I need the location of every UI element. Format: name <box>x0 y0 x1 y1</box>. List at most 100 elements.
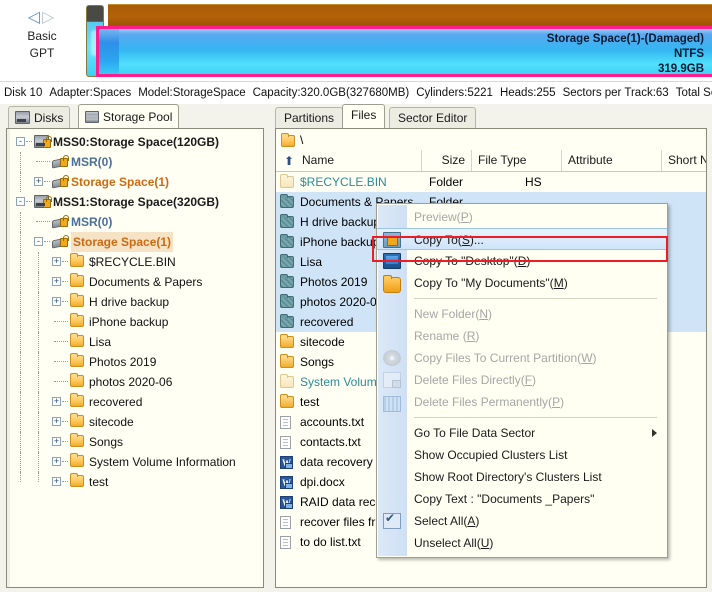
tree-item[interactable]: photos 2020-06 <box>10 372 263 392</box>
tree-expand-icon[interactable]: + <box>52 477 61 486</box>
context-menu[interactable]: Preview(P)Copy To(S)...Copy To "Desktop"… <box>376 203 668 558</box>
tree-guide-line <box>38 412 39 432</box>
file-type-cell: Folder <box>429 172 463 192</box>
partition-info: Storage Space(1)-(Damaged) NTFS 319.9GB <box>119 29 712 74</box>
tree-item[interactable]: + System Volume Information <box>10 452 263 472</box>
menu-separator <box>414 298 657 299</box>
tree-item[interactable]: +test <box>10 472 263 492</box>
tab-sector-editor[interactable]: Sector Editor <box>389 107 476 128</box>
tab-partitions[interactable]: Partitions <box>275 107 343 128</box>
column-header-attribute[interactable]: Attribute <box>562 150 662 171</box>
tree-expand-icon[interactable]: + <box>52 297 61 306</box>
folder-icon <box>70 475 84 487</box>
tree-guide-line <box>38 432 39 452</box>
disk-info-field-1: Adapter:Spaces <box>49 87 131 99</box>
lock-icon <box>43 139 51 148</box>
folder-icon <box>70 415 84 427</box>
tree-collapse-icon[interactable]: - <box>34 237 43 246</box>
tree-item[interactable]: -Storage Space(1) <box>10 232 263 252</box>
tree-guide-line <box>20 372 21 392</box>
tree-collapse-icon[interactable]: - <box>16 137 25 146</box>
menu-item-show-root-directory-clusters-list[interactable]: Show Root Directory's Clusters List <box>377 466 667 488</box>
menu-item-unselect-all[interactable]: Unselect All(U) <box>377 532 667 554</box>
checkbox-icon <box>383 513 401 529</box>
tree-item[interactable]: +sitecode <box>10 412 263 432</box>
tree-guide-line <box>38 372 39 392</box>
tree-connector <box>54 361 68 362</box>
storage-pool-tree[interactable]: -MSS0:Storage Space(120GB)MSR(0)+Storage… <box>6 128 264 588</box>
tree-item[interactable]: MSR(0) <box>10 212 263 232</box>
folder-icon <box>70 395 84 407</box>
tree-item[interactable]: +recovered <box>10 392 263 412</box>
file-name-cell: iPhone backup <box>300 232 379 252</box>
tree-expand-icon[interactable]: + <box>52 397 61 406</box>
menu-item-show-occupied-clusters-list[interactable]: Show Occupied Clusters List <box>377 444 667 466</box>
file-name-cell: contacts.txt <box>300 432 361 452</box>
left-panel: Disks Storage Pool -MSS0:Storage Space(1… <box>0 104 270 592</box>
tree-item[interactable]: MSR(0) <box>10 152 263 172</box>
delete-file-icon <box>383 372 401 388</box>
tree-guide-line <box>20 432 21 452</box>
tree-connector <box>54 321 68 322</box>
tree-item[interactable]: - MSS1:Storage Space(320GB) <box>10 192 263 212</box>
tree-expand-icon[interactable]: + <box>34 177 43 186</box>
tree-item[interactable]: +Documents & Papers <box>10 272 263 292</box>
menu-item-rename: Rename (R) <box>377 325 667 347</box>
partition-block-storage-space-1[interactable]: Storage Space(1)-(Damaged) NTFS 319.9GB <box>96 26 712 77</box>
menu-item-select-all[interactable]: Select All(A) <box>377 510 667 532</box>
column-header-short-name[interactable]: Short N <box>662 150 707 171</box>
tree-guide-line <box>20 312 21 332</box>
menu-item-copy-to-desktop[interactable]: Copy To "Desktop"(D) <box>377 250 667 272</box>
prev-disk-arrow-icon[interactable]: ◁ <box>28 9 42 26</box>
column-header-file-type[interactable]: File Type <box>472 150 562 171</box>
file-name-cell: data recovery <box>300 452 373 472</box>
tree-expand-icon[interactable]: + <box>52 457 61 466</box>
unallocated-region[interactable] <box>108 4 712 26</box>
tree-expand-icon[interactable]: + <box>52 417 61 426</box>
tree-item-label: System Volume Information <box>89 452 236 472</box>
disk-gpt-label: GPT <box>0 45 84 62</box>
tree-expand-icon[interactable]: + <box>52 257 61 266</box>
tree-item[interactable]: +H drive backup <box>10 292 263 312</box>
tree-item[interactable]: -MSS0:Storage Space(120GB) <box>10 132 263 152</box>
tab-storage-pool[interactable]: Storage Pool <box>78 104 179 128</box>
menu-item-new-folder: New Folder(N) <box>377 303 667 325</box>
volume-locked-icon <box>52 155 67 168</box>
tree-collapse-icon[interactable]: - <box>16 197 25 206</box>
tree-item[interactable]: iPhone backup <box>10 312 263 332</box>
disk-info-field-5: Heads:255 <box>500 87 556 99</box>
tree-item[interactable]: +$RECYCLE.BIN <box>10 252 263 272</box>
file-name-cell: recovered <box>300 312 353 332</box>
next-disk-arrow-icon[interactable]: ▷ <box>42 9 56 26</box>
accelerator-key: W <box>581 351 592 365</box>
menu-item-copy-to-mydocuments[interactable]: Copy To "My Documents"(M) <box>377 272 667 294</box>
tree-expand-icon[interactable]: + <box>52 277 61 286</box>
tree-guide-line <box>38 452 39 472</box>
tree-guide-line <box>38 472 39 482</box>
menu-item-copy-to[interactable]: Copy To(S)... <box>377 228 667 250</box>
folder-icon <box>281 135 295 147</box>
menu-item-label: Show Root Directory's Clusters List <box>414 470 602 484</box>
column-header-size[interactable]: Size <box>422 150 472 171</box>
file-attribute-cell: HS <box>525 172 542 192</box>
tree-connector <box>54 341 68 342</box>
column-header-name[interactable]: Name <box>276 150 422 171</box>
menu-item-copy-text[interactable]: Copy Text : "Documents _Papers" <box>377 488 667 510</box>
tree-item-label: iPhone backup <box>89 312 168 332</box>
file-name-cell: RAID data reco <box>300 492 382 512</box>
tab-disks-label: Disks <box>34 111 63 125</box>
tree-expand-icon[interactable]: + <box>52 437 61 446</box>
tree-item-label: MSS1:Storage Space(320GB) <box>53 192 219 212</box>
tab-disks[interactable]: Disks <box>8 106 70 128</box>
path-bar[interactable]: \ <box>275 128 707 150</box>
tab-files[interactable]: Files <box>342 104 385 128</box>
tree-item[interactable]: +Storage Space(1) <box>10 172 263 192</box>
tree-item[interactable]: Lisa <box>10 332 263 352</box>
tree-item[interactable]: Photos 2019 <box>10 352 263 372</box>
folder-icon <box>70 435 84 447</box>
menu-item-go-to-file-data-sector[interactable]: Go To File Data Sector <box>377 422 667 444</box>
file-name-cell: dpi.docx <box>300 472 345 492</box>
table-row[interactable]: $RECYCLE.BINFolderHS <box>276 172 706 192</box>
text-file-icon <box>280 536 291 549</box>
tree-item[interactable]: +Songs <box>10 432 263 452</box>
